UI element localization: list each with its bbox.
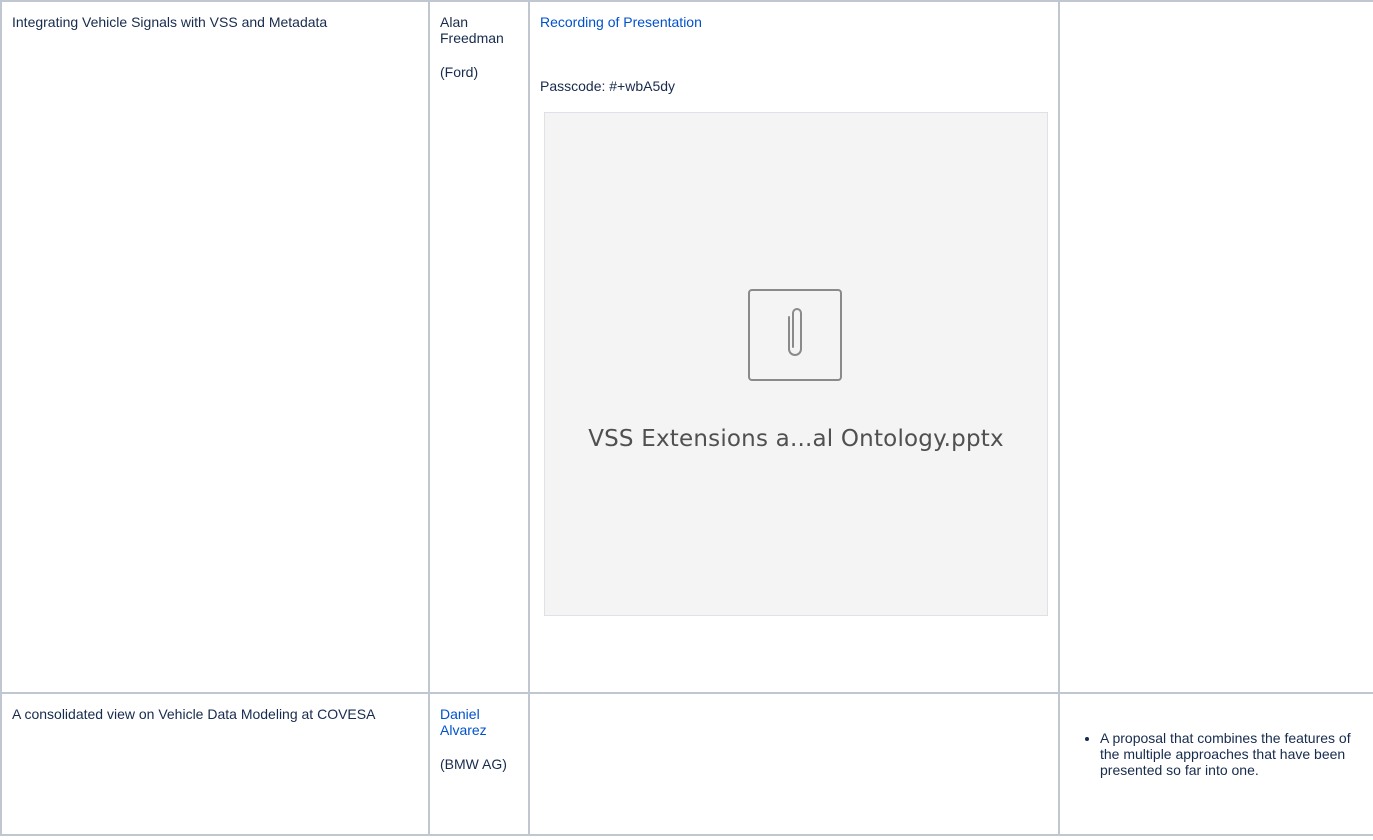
materials-cell xyxy=(528,692,1060,836)
list-item: A proposal that combines the features of… xyxy=(1100,730,1370,778)
page: Integrating Vehicle Signals with VSS and… xyxy=(0,0,1373,840)
presenter-org: (BMW AG) xyxy=(440,756,507,772)
sessions-table: Integrating Vehicle Signals with VSS and… xyxy=(0,0,1373,836)
presenter-name: Alan Freedman xyxy=(440,14,504,46)
table-row: A consolidated view on Vehicle Data Mode… xyxy=(0,692,1373,836)
presenter-cell: Alan Freedman (Ford) xyxy=(428,0,530,694)
recording-link[interactable]: Recording of Presentation xyxy=(540,14,702,30)
attachment-preview[interactable]: VSS Extensions a...al Ontology.pptx xyxy=(544,112,1048,616)
presenter-org: (Ford) xyxy=(440,64,479,80)
notes-cell: A proposal that combines the features of… xyxy=(1058,692,1373,836)
notes-empty xyxy=(1060,2,1373,22)
session-title: Integrating Vehicle Signals with VSS and… xyxy=(12,14,328,30)
paperclip-icon xyxy=(748,289,842,381)
passcode-text: Passcode: #+wbA5dy xyxy=(540,78,676,94)
title-cell: A consolidated view on Vehicle Data Mode… xyxy=(0,692,430,836)
materials-cell: Recording of Presentation Passcode: #+wb… xyxy=(528,0,1060,694)
notes-list: A proposal that combines the features of… xyxy=(1070,730,1370,778)
presenter-cell: Daniel Alvarez (BMW AG) xyxy=(428,692,530,836)
notes-cell xyxy=(1058,0,1373,694)
title-cell: Integrating Vehicle Signals with VSS and… xyxy=(0,0,430,694)
presenter-name-link[interactable]: Daniel Alvarez xyxy=(440,706,487,738)
session-title: A consolidated view on Vehicle Data Mode… xyxy=(12,706,376,722)
attachment-file-name: VSS Extensions a...al Ontology.pptx xyxy=(588,426,1004,452)
table-row: Integrating Vehicle Signals with VSS and… xyxy=(0,0,1373,694)
